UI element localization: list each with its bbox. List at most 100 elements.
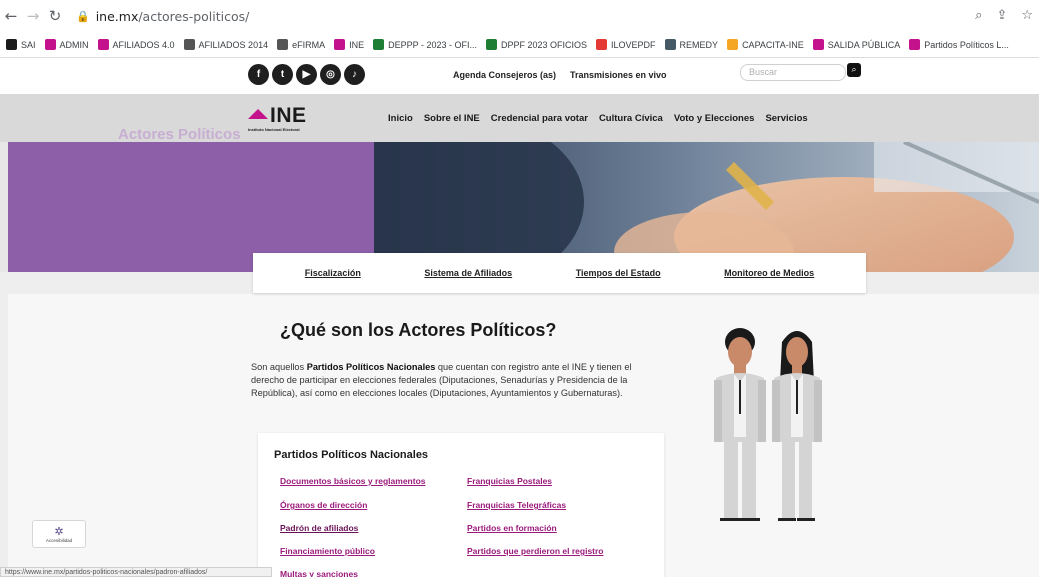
bookmark-label: Partidos Políticos L... xyxy=(924,39,1009,50)
social-links: f t ▶ ◎ ♪ xyxy=(248,64,365,85)
instagram-icon[interactable]: ◎ xyxy=(320,64,341,85)
nav-cultura-civica[interactable]: Cultura Cívica xyxy=(599,113,663,124)
logo-subtext: Instituto Nacional Electoral xyxy=(248,127,300,132)
bookmark-favicon-icon xyxy=(6,39,17,50)
bookmark-item[interactable]: ILOVEPDF xyxy=(596,39,656,50)
bookmark-favicon-icon xyxy=(664,39,676,50)
bookmark-favicon-icon xyxy=(277,39,289,50)
bookmark-item[interactable]: ADMIN xyxy=(44,39,89,50)
forward-icon[interactable]: → xyxy=(22,7,44,25)
url-field[interactable]: ine.mx/actores-politicos/ xyxy=(96,9,250,24)
bookmark-favicon-icon xyxy=(97,39,109,50)
bookmark-label: eFIRMA xyxy=(292,39,326,50)
bookmark-item[interactable]: DPPF 2023 OFICIOS xyxy=(486,39,587,50)
facebook-icon[interactable]: f xyxy=(248,64,269,85)
bookmarks-bar: SAI ADMIN AFILIADOS 4.0 AFILIADOS 2014 eFIRM… xyxy=(0,32,1039,58)
link-documentos-basicos[interactable]: Documentos básicos y reglamentos xyxy=(280,476,426,486)
bookmark-favicon-icon xyxy=(812,39,824,50)
youtube-icon[interactable]: ▶ xyxy=(296,64,317,85)
agenda-consejeros-link[interactable]: Agenda Consejeros (as) xyxy=(453,70,556,80)
browser-address-bar: ← → ↻ 🔒 ine.mx/actores-politicos/ ⌕ ⇪ ☆ xyxy=(0,0,1039,32)
intro-text-bold: Partidos Políticos Nacionales xyxy=(306,362,436,372)
sub-tiempos-estado[interactable]: Tiempos del Estado xyxy=(576,268,661,278)
sub-menu: Fiscalización Sistema de Afiliados Tiemp… xyxy=(253,253,866,293)
bookmark-label: DPPF 2023 OFICIOS xyxy=(501,39,588,50)
link-franquicias-postales[interactable]: Franquicias Postales xyxy=(467,476,552,486)
bookmark-item[interactable]: REMEDY xyxy=(664,39,719,50)
accessibility-icon: ✲ xyxy=(54,524,64,538)
bookmark-label: ADMIN xyxy=(59,39,89,50)
bookmark-favicon-icon xyxy=(596,39,608,50)
people-illustration xyxy=(714,328,822,521)
transmisiones-link[interactable]: Transmisiones en vivo xyxy=(570,70,667,80)
link-franquicias-telegraficas[interactable]: Franquicias Telegráficas xyxy=(467,500,566,510)
nav-sobre-el-ine[interactable]: Sobre el INE xyxy=(424,113,480,124)
nav-credencial[interactable]: Credencial para votar xyxy=(491,113,588,124)
link-financiamiento-publico[interactable]: Financiamiento público xyxy=(280,546,375,556)
zoom-icon[interactable]: ⌕ xyxy=(975,8,982,23)
bookmark-item[interactable]: CAPACITA-INE xyxy=(727,39,804,50)
partidos-card: Partidos Políticos Nacionales Documentos… xyxy=(258,433,664,577)
search-icon[interactable]: ⌕ xyxy=(847,63,861,77)
logo-mark-icon xyxy=(248,109,268,119)
link-partidos-perdieron-registro[interactable]: Partidos que perdieron el registro xyxy=(467,546,604,556)
bookmark-item[interactable]: Partidos Políticos L... xyxy=(909,39,1009,50)
lock-icon[interactable]: 🔒 xyxy=(76,10,90,23)
hero-edge xyxy=(0,142,8,272)
bookmark-star-icon[interactable]: ☆ xyxy=(1021,8,1033,23)
back-icon[interactable]: ← xyxy=(0,7,22,25)
sub-monitoreo-medios[interactable]: Monitoreo de Medios xyxy=(724,268,814,278)
accessibility-button[interactable]: ✲ Accesibilidad xyxy=(32,520,86,548)
bookmark-label: ILOVEPDF xyxy=(611,39,656,50)
sub-sistema-afiliados[interactable]: Sistema de Afiliados xyxy=(424,268,512,278)
bookmark-item[interactable]: eFIRMA xyxy=(277,39,325,50)
bookmark-favicon-icon xyxy=(44,39,56,50)
bookmark-favicon-icon xyxy=(334,39,346,50)
bookmark-label: INE xyxy=(349,39,365,50)
link-partidos-formacion[interactable]: Partidos en formación xyxy=(467,523,557,533)
main-nav: Inicio Sobre el INE Credencial para vota… xyxy=(388,113,808,124)
page: ← → ↻ 🔒 ine.mx/actores-politicos/ ⌕ ⇪ ☆ … xyxy=(0,0,1039,577)
bookmark-item[interactable]: SALIDA PÚBLICA xyxy=(812,39,901,50)
logo-text: INE xyxy=(270,104,307,127)
bookmark-label: AFILIADOS 4.0 xyxy=(112,39,175,50)
twitter-icon[interactable]: t xyxy=(272,64,293,85)
share-icon[interactable]: ⇪ xyxy=(996,8,1007,23)
card-title: Partidos Políticos Nacionales xyxy=(274,449,429,461)
accessibility-label: Accesibilidad xyxy=(45,537,73,543)
reload-icon[interactable]: ↻ xyxy=(44,7,66,25)
bookmark-label: CAPACITA-INE xyxy=(742,39,804,50)
browser-status-url: https://www.ine.mx/partidos-politicos-na… xyxy=(0,567,272,577)
bookmark-item[interactable]: DEPPP - 2023 - OFI... xyxy=(373,39,477,50)
search-input[interactable]: Buscar xyxy=(740,64,846,81)
tiktok-icon[interactable]: ♪ xyxy=(344,64,365,85)
site-topbar: f t ▶ ◎ ♪ Agenda Consejeros (as) Transmi… xyxy=(0,58,1039,94)
link-padron-afiliados[interactable]: Padrón de afiliados xyxy=(280,523,358,533)
bookmark-favicon-icon xyxy=(183,39,195,50)
nav-inicio[interactable]: Inicio xyxy=(388,113,413,124)
bookmark-item[interactable]: INE xyxy=(334,39,364,50)
sub-fiscalizacion[interactable]: Fiscalización xyxy=(305,268,361,278)
bookmark-label: SAI xyxy=(21,39,36,50)
nav-servicios[interactable]: Servicios xyxy=(765,113,807,124)
bookmark-label: AFILIADOS 2014 xyxy=(198,39,269,50)
link-multas-sanciones[interactable]: Multas y sanciones xyxy=(280,569,358,577)
bookmark-item[interactable]: AFILIADOS 4.0 xyxy=(97,39,175,50)
bookmark-item[interactable]: SAI xyxy=(6,39,36,50)
bookmark-favicon-icon xyxy=(373,39,385,50)
hero-title: Actores Políticos xyxy=(118,126,241,143)
nav-voto-elecciones[interactable]: Voto y Elecciones xyxy=(674,113,755,124)
bookmark-item[interactable]: AFILIADOS 2014 xyxy=(183,39,269,50)
link-organos-direccion[interactable]: Órganos de dirección xyxy=(280,500,367,510)
page-heading: ¿Qué son los Actores Políticos? xyxy=(280,320,557,340)
url-domain: ine.mx xyxy=(95,8,139,24)
url-path: /actores-politicos/ xyxy=(138,8,250,24)
intro-paragraph: Son aquellos Partidos Políticos Nacional… xyxy=(251,361,661,400)
bookmark-favicon-icon xyxy=(486,39,497,50)
intro-text-pre: Son aquellos xyxy=(251,362,307,372)
bookmark-favicon-icon xyxy=(909,39,921,50)
bookmark-label: DEPPP - 2023 - OFI... xyxy=(388,39,477,50)
bookmark-label: REMEDY xyxy=(679,39,719,50)
ine-logo[interactable]: INE Instituto Nacional Electoral xyxy=(248,104,307,132)
bookmark-label: SALIDA PÚBLICA xyxy=(827,39,901,50)
